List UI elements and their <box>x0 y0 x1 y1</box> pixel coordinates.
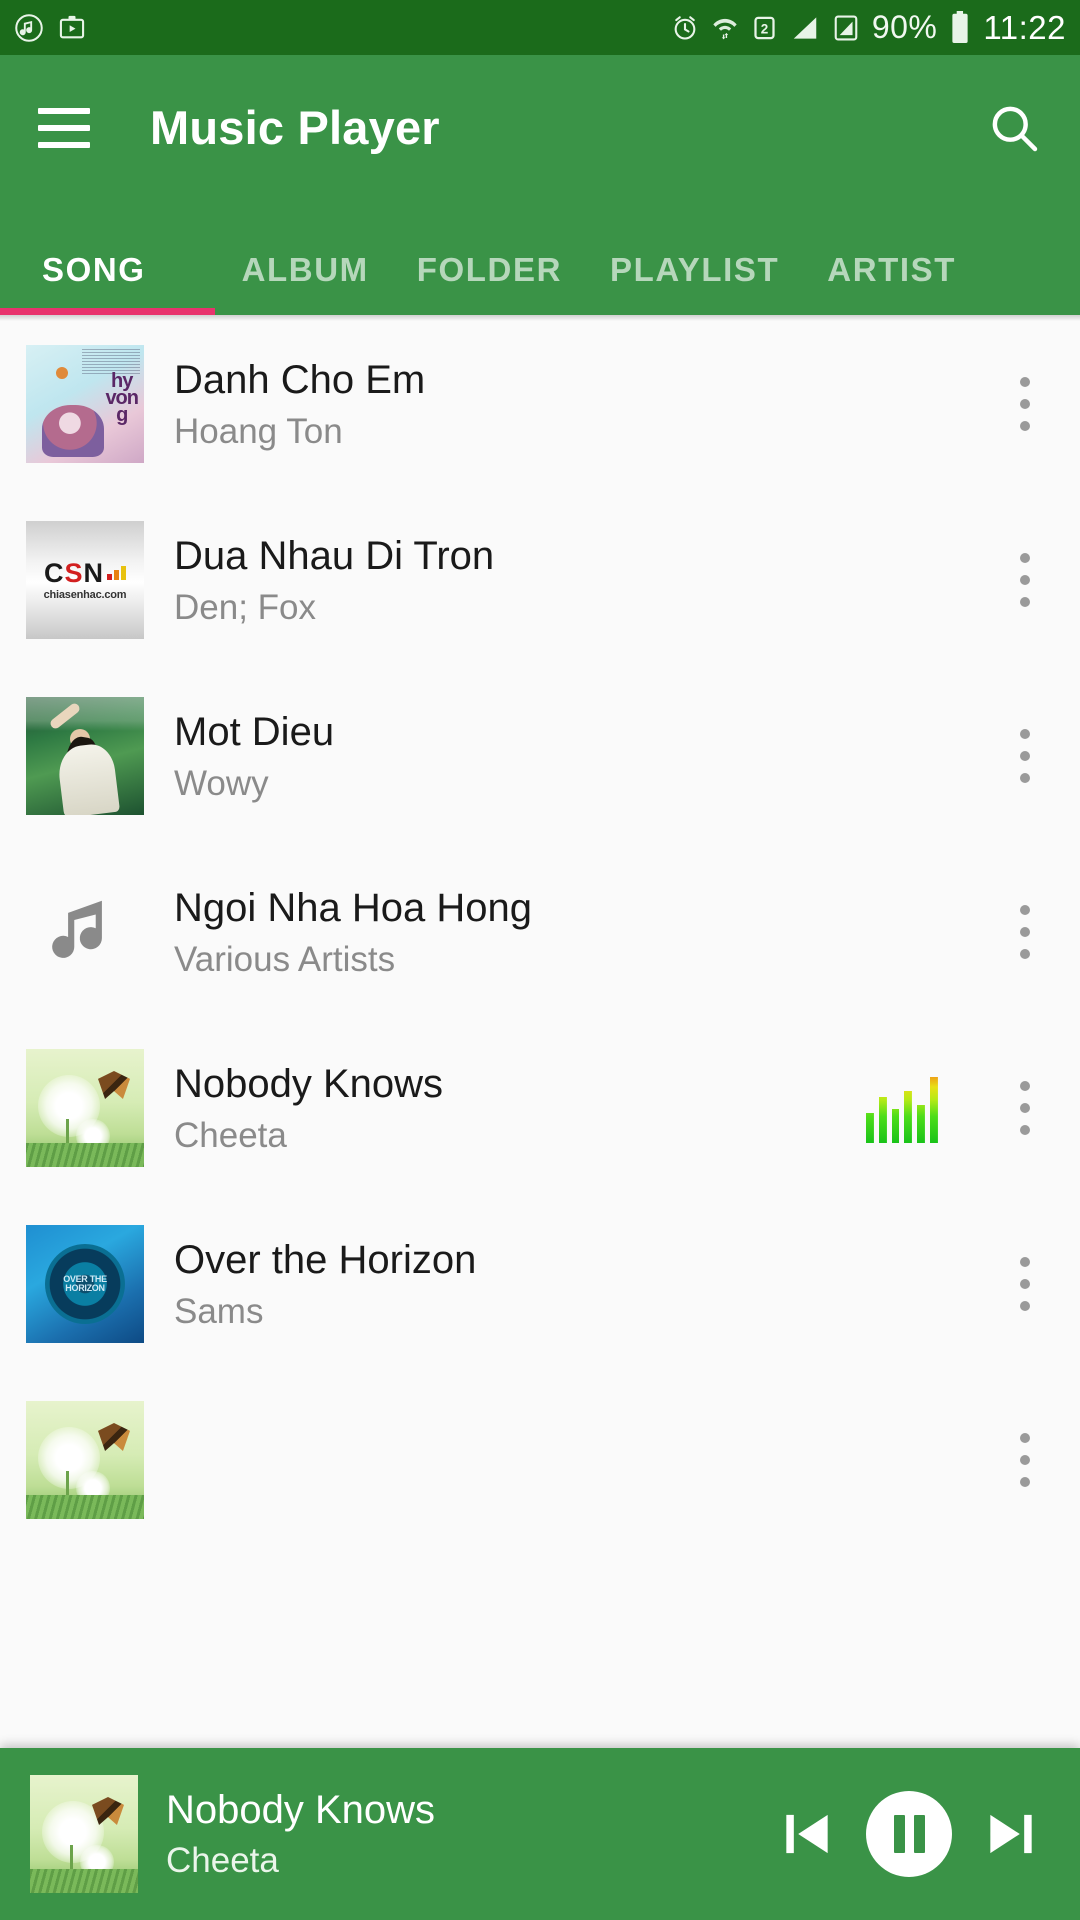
more-vertical-icon[interactable] <box>996 1415 1054 1505</box>
song-list-item[interactable]: Nobody Knows Cheeta <box>0 1020 1080 1196</box>
tab-artist[interactable]: ARTIST <box>779 251 956 315</box>
song-meta: Ngoi Nha Hoa Hong Various Artists <box>174 885 996 979</box>
hamburger-menu-icon[interactable] <box>38 107 90 148</box>
song-meta <box>174 1456 996 1464</box>
status-bar: 2 90% 11:22 <box>0 0 1080 55</box>
mini-player-album-art <box>30 1775 138 1893</box>
song-artist: Wowy <box>174 764 269 803</box>
more-vertical-icon[interactable] <box>996 1063 1054 1153</box>
tab-folder[interactable]: FOLDER <box>369 251 562 315</box>
more-vertical-icon[interactable] <box>996 535 1054 625</box>
csn-logo-s: S <box>64 557 82 588</box>
screen-recorder-icon <box>58 13 86 43</box>
csn-logo-subtitle: chiasenhac.com <box>43 588 127 601</box>
battery-icon <box>949 11 971 44</box>
album-art-thumbnail <box>26 1401 144 1519</box>
alarm-icon <box>671 13 699 43</box>
song-title: Nobody Knows <box>174 1061 444 1106</box>
skip-next-icon[interactable] <box>980 1803 1042 1865</box>
tab-active-indicator <box>0 308 215 315</box>
song-title: Over the Horizon <box>174 1237 477 1282</box>
album-art-thumbnail <box>26 1049 144 1167</box>
tab-album[interactable]: ALBUM <box>194 251 369 315</box>
song-meta: Danh Cho Em Hoang Ton <box>174 357 996 451</box>
more-vertical-icon[interactable] <box>996 711 1054 801</box>
status-bar-right-icons: 2 90% 11:22 <box>671 9 1066 47</box>
svg-text:2: 2 <box>761 21 769 36</box>
now-playing-equalizer-icon <box>866 1073 938 1143</box>
song-title: Mot Dieu <box>174 709 335 754</box>
mini-player-title: Nobody Knows <box>166 1787 436 1832</box>
song-list-item[interactable]: hy von g Danh Cho Em Hoang Ton <box>0 316 1080 492</box>
song-meta: Mot Dieu Wowy <box>174 709 996 803</box>
mini-player-artist: Cheeta <box>166 1840 279 1880</box>
song-meta: Dua Nhau Di Tron Den; Fox <box>174 533 996 627</box>
song-meta: Nobody Knows Cheeta <box>174 1061 866 1155</box>
more-vertical-icon[interactable] <box>996 359 1054 449</box>
album-art-thumbnail: hy von g <box>26 345 144 463</box>
csn-logo-n: N <box>83 557 103 588</box>
song-list-item[interactable]: Ngoi Nha Hoa Hong Various Artists <box>0 844 1080 1020</box>
skip-previous-icon[interactable] <box>776 1803 838 1865</box>
mini-player-meta: Nobody Knows Cheeta <box>166 1788 776 1881</box>
song-list-item[interactable]: C S N chiasenhac.com Dua Nhau Di Tron De… <box>0 492 1080 668</box>
default-music-note-icon <box>26 873 144 991</box>
signal-bars-icon <box>790 13 820 43</box>
status-bar-left-icons <box>14 12 86 44</box>
song-artist: Sams <box>174 1292 264 1331</box>
csn-logo-c: C <box>43 557 63 588</box>
mini-player-bar[interactable]: Nobody Knows Cheeta <box>0 1748 1080 1920</box>
song-title: Danh Cho Em <box>174 357 426 402</box>
more-vertical-icon[interactable] <box>996 887 1054 977</box>
page-title: Music Player <box>150 101 440 154</box>
tab-list: SONG ALBUM FOLDER PLAYLIST ARTIST <box>0 251 956 315</box>
signal-bars-2-icon <box>832 13 860 43</box>
album-art-thumbnail: OVER THE HORIZON <box>26 1225 144 1343</box>
tab-song[interactable]: SONG <box>42 251 194 315</box>
song-artist: Cheeta <box>174 1116 287 1155</box>
song-title: Dua Nhau Di Tron <box>174 533 495 578</box>
tab-playlist[interactable]: PLAYLIST <box>562 251 779 315</box>
album-art-thumbnail <box>26 697 144 815</box>
music-note-app-icon <box>14 12 44 44</box>
song-artist: Den; Fox <box>174 588 316 627</box>
csn-logo-bars-icon <box>107 566 126 580</box>
more-vertical-icon[interactable] <box>996 1239 1054 1329</box>
song-meta: Over the Horizon Sams <box>174 1237 996 1331</box>
sim2-icon: 2 <box>751 13 778 43</box>
battery-percent-label: 90% <box>871 9 938 45</box>
clock-label: 11:22 <box>983 8 1066 46</box>
wifi-icon <box>711 13 739 43</box>
horizon-art-label: OVER THE HORIZON <box>63 1273 107 1293</box>
song-artist: Various Artists <box>174 940 396 979</box>
pause-icon[interactable] <box>866 1791 952 1877</box>
song-list[interactable]: hy von g Danh Cho Em Hoang Ton C S N chias… <box>0 316 1080 1920</box>
mini-player-controls <box>776 1791 1042 1877</box>
song-list-item[interactable] <box>0 1372 1080 1548</box>
app-bar-shadow <box>0 315 1080 321</box>
song-artist: Hoang Ton <box>174 412 343 451</box>
tab-bar: SONG ALBUM FOLDER PLAYLIST ARTIST <box>0 200 1080 315</box>
album-art-thumbnail: C S N chiasenhac.com <box>26 521 144 639</box>
song-title: Ngoi Nha Hoa Hong <box>174 885 532 930</box>
search-icon[interactable] <box>986 100 1042 156</box>
song-list-item[interactable]: OVER THE HORIZON Over the Horizon Sams <box>0 1196 1080 1372</box>
app-bar: Music Player <box>0 55 1080 200</box>
song-list-item[interactable]: Mot Dieu Wowy <box>0 668 1080 844</box>
